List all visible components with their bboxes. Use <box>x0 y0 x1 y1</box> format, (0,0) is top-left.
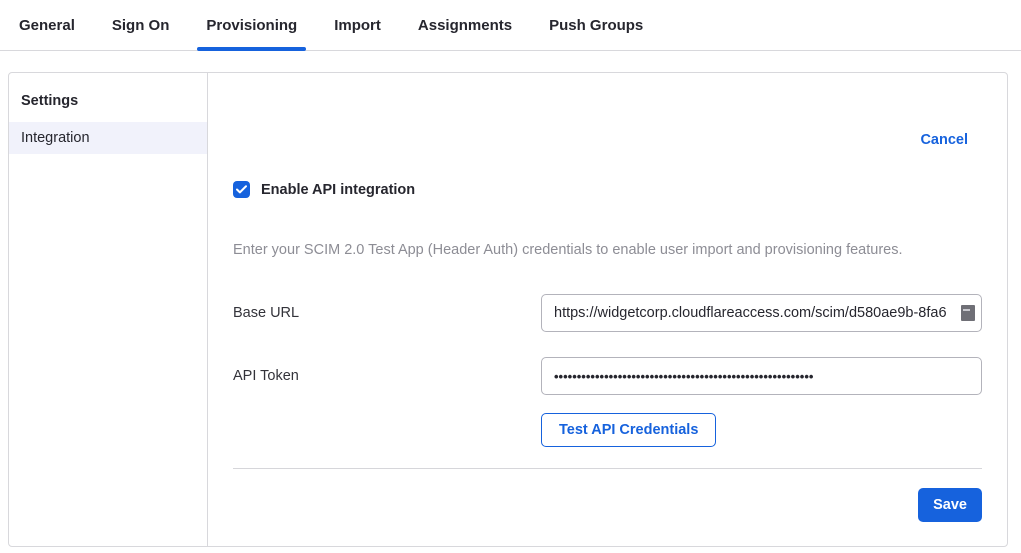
sidebar-item-integration[interactable]: Integration <box>9 122 207 154</box>
cancel-link[interactable]: Cancel <box>920 132 968 148</box>
checkmark-icon <box>236 185 247 194</box>
tab-push-groups[interactable]: Push Groups <box>540 0 652 50</box>
save-button[interactable]: Save <box>918 488 982 522</box>
tab-general[interactable]: General <box>10 0 84 50</box>
base-url-row: Base URL <box>233 294 982 332</box>
save-row: Save <box>233 488 982 522</box>
base-url-input-wrap <box>541 294 982 332</box>
api-token-input-wrap <box>541 357 982 395</box>
cancel-row: Cancel <box>233 131 982 149</box>
enable-api-integration-row: Enable API integration <box>233 181 982 198</box>
integration-settings-content: Cancel Enable API integration Enter your… <box>208 73 1007 546</box>
api-token-row: API Token <box>233 357 982 395</box>
enable-api-integration-checkbox[interactable] <box>233 181 250 198</box>
footer-divider <box>233 468 982 469</box>
sidebar-header-settings: Settings <box>9 81 207 122</box>
base-url-input[interactable] <box>541 294 982 332</box>
credentials-description: Enter your SCIM 2.0 Test App (Header Aut… <box>233 242 982 258</box>
enable-api-integration-label: Enable API integration <box>261 182 415 198</box>
settings-sidebar: Settings Integration <box>9 73 208 546</box>
base-url-label: Base URL <box>233 305 541 321</box>
tab-assignments[interactable]: Assignments <box>409 0 521 50</box>
tab-sign-on[interactable]: Sign On <box>103 0 179 50</box>
app-tab-bar: General Sign On Provisioning Import Assi… <box>0 0 1021 51</box>
api-token-label: API Token <box>233 368 541 384</box>
test-credentials-row: Test API Credentials <box>233 413 982 447</box>
tab-provisioning[interactable]: Provisioning <box>197 0 306 50</box>
provisioning-panel: Settings Integration Cancel Enable API i… <box>8 72 1008 547</box>
tab-import[interactable]: Import <box>325 0 390 50</box>
api-token-input[interactable] <box>541 357 982 395</box>
test-api-credentials-button[interactable]: Test API Credentials <box>541 413 716 447</box>
